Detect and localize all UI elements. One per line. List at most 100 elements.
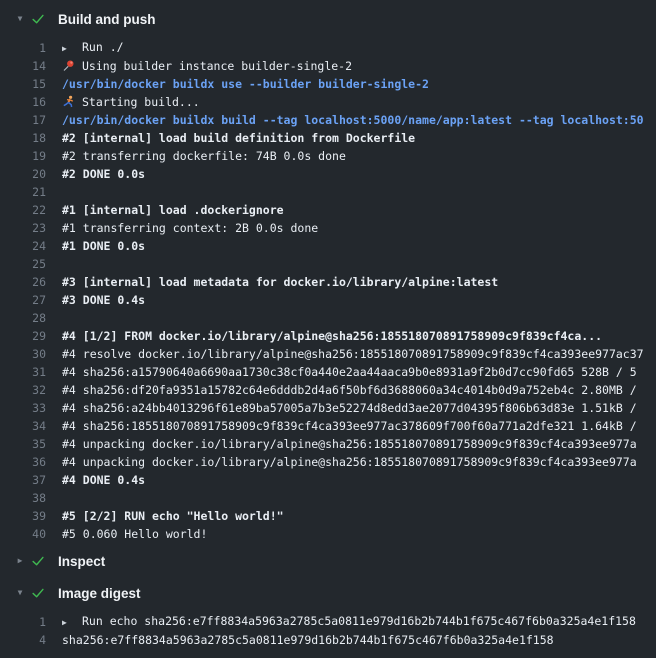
log-line: 27 #3 DONE 0.4s bbox=[0, 291, 656, 309]
log-text: #3 DONE 0.4s bbox=[62, 293, 145, 307]
line-number[interactable]: 34 bbox=[0, 419, 46, 433]
expand-group-arrow-icon[interactable]: ▶ bbox=[62, 614, 82, 632]
log-line: 19 #2 transferring dockerfile: 74B 0.0s d… bbox=[0, 147, 656, 165]
section-title: Image digest bbox=[58, 586, 141, 601]
log-text: #2 DONE 0.0s bbox=[62, 167, 145, 181]
line-number[interactable]: 33 bbox=[0, 401, 46, 415]
log-text: Run echo sha256:e7ff8834a5963a2785c5a081… bbox=[82, 614, 636, 628]
log-line: 26 #3 [internal] load metadata for docker… bbox=[0, 273, 656, 291]
log-text: #4 sha256:df20fa9351a15782c64e6dddb2d4a6… bbox=[62, 383, 637, 397]
log-line: 33#4 sha256:a24bb4013296f61e89ba57005a7b… bbox=[0, 399, 656, 417]
line-number[interactable]: 30 bbox=[0, 347, 46, 361]
log-line: 31 #4 sha256:a15790640a6690aa1730c38cf0a4… bbox=[0, 363, 656, 381]
log-line-content: #1 transferring context: 2B 0.0s done bbox=[62, 219, 318, 237]
line-number[interactable]: 40 bbox=[0, 527, 46, 541]
line-number[interactable]: 26 bbox=[0, 275, 46, 289]
success-check-icon bbox=[30, 12, 46, 26]
line-number[interactable]: 35 bbox=[0, 437, 46, 451]
log-text: #2 [internal] load build definition from… bbox=[62, 131, 415, 145]
log-line: 17/usr/bin/docker buildx build --tag loc… bbox=[0, 111, 656, 129]
line-number[interactable]: 36 bbox=[0, 455, 46, 469]
log-line: 30 #4 resolve docker.io/library/alpine@sh… bbox=[0, 345, 656, 363]
log-line-content: #3 [internal] load metadata for docker.i… bbox=[62, 273, 498, 291]
pushpin-icon bbox=[62, 57, 82, 75]
log-line-content: #2 [internal] load build definition from… bbox=[62, 129, 415, 147]
log-text: #4 unpacking docker.io/library/alpine@sh… bbox=[62, 455, 637, 469]
log-line: 36 #4 unpacking docker.io/library/alpine@… bbox=[0, 453, 656, 471]
line-number[interactable]: 1 bbox=[0, 615, 46, 629]
log-text: #4 DONE 0.4s bbox=[62, 473, 145, 487]
log-line-content: /usr/bin/docker buildx use --builder bui… bbox=[62, 75, 429, 93]
log-line-content: #1 [internal] load .dockerignore bbox=[62, 201, 284, 219]
log-line-content: #4 unpacking docker.io/library/alpine@sh… bbox=[62, 435, 637, 453]
log-line: 21 bbox=[0, 183, 656, 201]
log-line: 35 #4 unpacking docker.io/library/alpine@… bbox=[0, 435, 656, 453]
line-number[interactable]: 32 bbox=[0, 383, 46, 397]
line-number[interactable]: 38 bbox=[0, 491, 46, 505]
log-text: #4 unpacking docker.io/library/alpine@sh… bbox=[62, 437, 637, 451]
line-number[interactable]: 20 bbox=[0, 167, 46, 181]
expand-group-arrow-icon[interactable]: ▶ bbox=[62, 40, 82, 58]
line-number[interactable]: 21 bbox=[0, 185, 46, 199]
log-line-content: Starting build... bbox=[62, 93, 200, 111]
line-number[interactable]: 19 bbox=[0, 149, 46, 163]
expand-triangle-icon[interactable]: ▶ bbox=[10, 550, 30, 572]
log-text: #5 [2/2] RUN echo "Hello world!" bbox=[62, 509, 284, 523]
section-lines: 1▶Run ./14Using builder instance builder… bbox=[0, 39, 656, 543]
log-line-content: #4 sha256:a15790640a6690aa1730c38cf0a440… bbox=[62, 363, 637, 381]
section-title: Build and push bbox=[58, 12, 156, 27]
section-lines: 1 ▶Run echo sha256:e7ff8834a5963a2785c5a0… bbox=[0, 613, 656, 649]
runner-icon bbox=[62, 93, 82, 111]
collapse-triangle-icon[interactable]: ▼ bbox=[10, 582, 30, 604]
line-number[interactable]: 1 bbox=[0, 41, 46, 55]
log-line: 14 Using builder instance builder-single-… bbox=[0, 57, 656, 75]
section-header-inspect[interactable]: ▶ Inspect bbox=[0, 550, 656, 572]
log-text: #5 0.060 Hello world! bbox=[62, 527, 207, 541]
line-number[interactable]: 27 bbox=[0, 293, 46, 307]
line-number[interactable]: 23 bbox=[0, 221, 46, 235]
log-line-content: /usr/bin/docker buildx build --tag local… bbox=[62, 111, 644, 129]
log-text: #3 [internal] load metadata for docker.i… bbox=[62, 275, 498, 289]
log-line-content: ▶Run echo sha256:e7ff8834a5963a2785c5a08… bbox=[62, 612, 636, 632]
log-line-content: #4 resolve docker.io/library/alpine@sha2… bbox=[62, 345, 644, 363]
success-check-icon bbox=[30, 586, 46, 600]
log-line: 29 #4 [1/2] FROM docker.io/library/alpine… bbox=[0, 327, 656, 345]
line-number[interactable]: 16 bbox=[0, 95, 46, 109]
log-line-content: #1 DONE 0.0s bbox=[62, 237, 145, 255]
log-line: 39 #5 [2/2] RUN echo "Hello world!" bbox=[0, 507, 656, 525]
section-header-build-and-push[interactable]: ▼ Build and push bbox=[0, 8, 656, 30]
line-number[interactable]: 18 bbox=[0, 131, 46, 145]
line-number[interactable]: 28 bbox=[0, 311, 46, 325]
collapse-triangle-icon[interactable]: ▼ bbox=[10, 8, 30, 30]
line-number[interactable]: 17 bbox=[0, 113, 46, 127]
log-text: #4 sha256:a15790640a6690aa1730c38cf0a440… bbox=[62, 365, 637, 379]
log-line: 4sha256:e7ff8834a5963a2785c5a0811e979d16… bbox=[0, 631, 656, 649]
log-section-inspect: ▶ Inspect bbox=[0, 550, 656, 572]
log-section-image-digest: ▼ Image digest 1 ▶Run echo sha256:e7ff8834a… bbox=[0, 582, 656, 649]
log-line: 23 #1 transferring context: 2B 0.0s done bbox=[0, 219, 656, 237]
log-text: #4 [1/2] FROM docker.io/library/alpine@s… bbox=[62, 329, 602, 343]
line-number[interactable]: 24 bbox=[0, 239, 46, 253]
line-number[interactable]: 22 bbox=[0, 203, 46, 217]
log-line-content: #2 transferring dockerfile: 74B 0.0s don… bbox=[62, 147, 346, 165]
section-title: Inspect bbox=[58, 554, 105, 569]
line-number[interactable]: 31 bbox=[0, 365, 46, 379]
line-number[interactable]: 29 bbox=[0, 329, 46, 343]
log-line: 16 Starting build... bbox=[0, 93, 656, 111]
line-number[interactable]: 25 bbox=[0, 257, 46, 271]
line-number[interactable]: 14 bbox=[0, 59, 46, 73]
line-number[interactable]: 15 bbox=[0, 77, 46, 91]
line-number[interactable]: 37 bbox=[0, 473, 46, 487]
workflow-log[interactable]: ▼Build and push1▶Run ./14Using builder i… bbox=[0, 0, 656, 649]
log-line: 37 #4 DONE 0.4s bbox=[0, 471, 656, 489]
log-line-content: #3 DONE 0.4s bbox=[62, 291, 145, 309]
log-text: /usr/bin/docker buildx build --tag local… bbox=[62, 113, 644, 127]
log-line-content: #4 sha256:185518070891758909c9f839cf4ca3… bbox=[62, 417, 637, 435]
log-line-content: #4 DONE 0.4s bbox=[62, 471, 145, 489]
log-text: /usr/bin/docker buildx use --builder bui… bbox=[62, 77, 429, 91]
line-number[interactable]: 4 bbox=[0, 633, 46, 647]
log-line-content: Using builder instance builder-single-2 bbox=[62, 57, 352, 75]
line-number[interactable]: 39 bbox=[0, 509, 46, 523]
section-header-image-digest[interactable]: ▼ Image digest bbox=[0, 582, 656, 604]
log-line: 25 bbox=[0, 255, 656, 273]
